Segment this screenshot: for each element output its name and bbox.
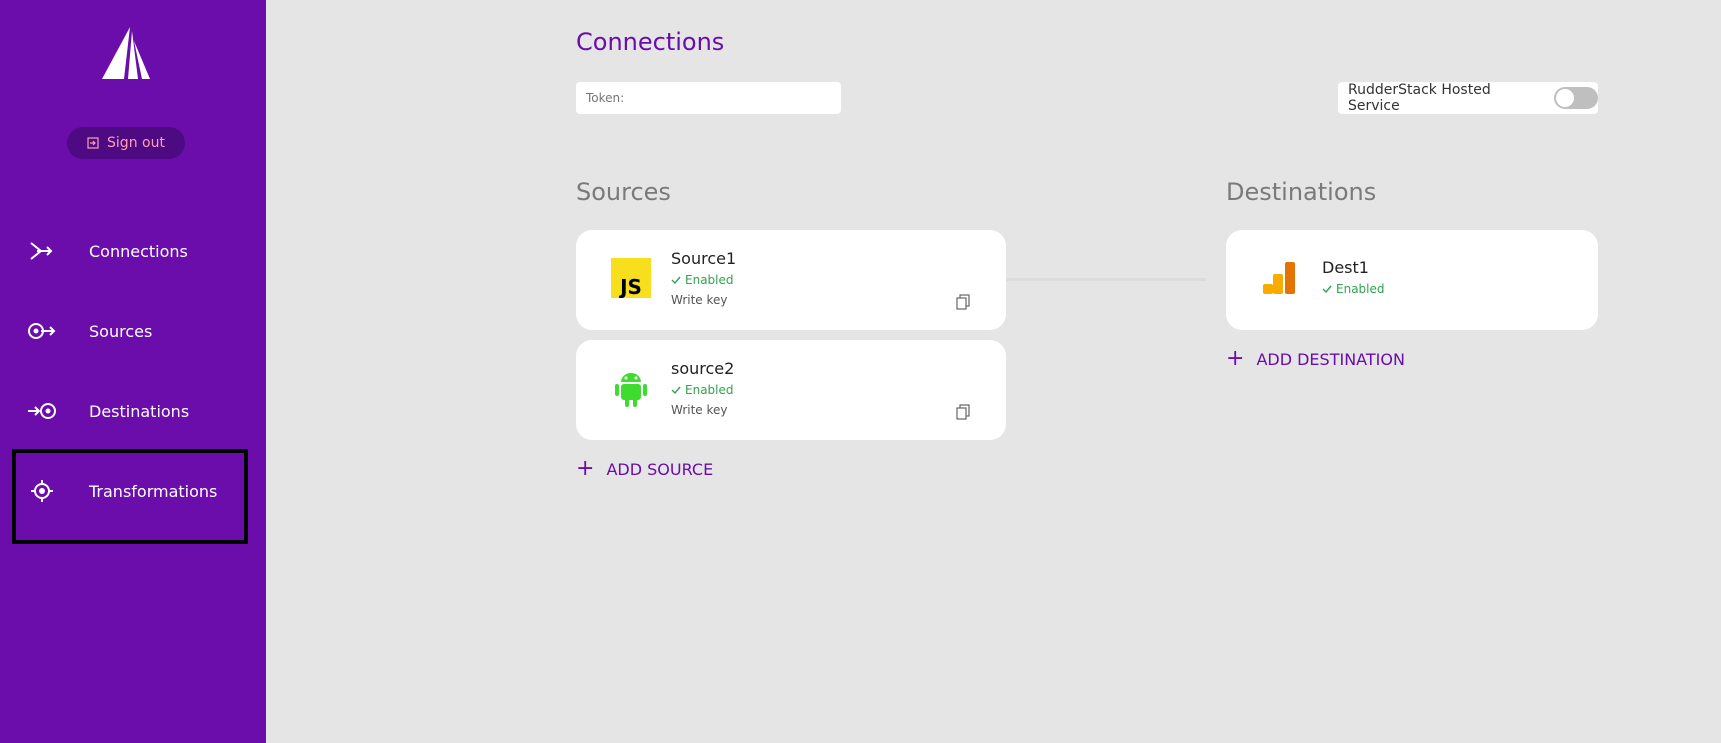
source-name: source2 bbox=[671, 359, 735, 378]
status-label: Enabled bbox=[685, 383, 734, 397]
source-card[interactable]: JS Source1 Enabled Write key bbox=[576, 230, 1006, 330]
destination-name: Dest1 bbox=[1322, 258, 1369, 277]
android-icon bbox=[615, 373, 647, 407]
sidebar-item-destinations[interactable]: Destinations bbox=[0, 386, 266, 436]
sidebar-item-label: Destinations bbox=[89, 401, 190, 421]
token-field[interactable] bbox=[576, 82, 841, 114]
destinations-title: Destinations bbox=[1226, 178, 1377, 206]
destinations-icon bbox=[26, 399, 58, 423]
plus-icon: + bbox=[1226, 346, 1245, 371]
sign-out-button[interactable]: Sign out bbox=[67, 127, 185, 159]
write-key-label: Write key bbox=[671, 293, 728, 307]
source-card[interactable]: source2 Enabled Write key bbox=[576, 340, 1006, 440]
javascript-icon: JS bbox=[611, 258, 651, 298]
sidebar-item-label: Connections bbox=[89, 241, 188, 261]
google-analytics-icon bbox=[1263, 262, 1295, 294]
check-icon bbox=[671, 276, 681, 285]
sidebar-item-sources[interactable]: Sources bbox=[0, 306, 266, 356]
status-label: Enabled bbox=[685, 273, 734, 287]
hosted-service-label: RudderStack Hosted Service bbox=[1348, 82, 1491, 114]
transformations-icon bbox=[26, 479, 58, 503]
main-content: Connections RudderStack Hosted Service S… bbox=[266, 0, 1721, 743]
sources-title: Sources bbox=[576, 178, 671, 206]
hosted-service-toggle[interactable] bbox=[1553, 87, 1598, 109]
sidebar-item-label: Sources bbox=[89, 321, 153, 341]
page-title: Connections bbox=[576, 28, 725, 56]
hosted-service-panel: RudderStack Hosted Service bbox=[1338, 82, 1598, 114]
sidebar-item-label: Transformations bbox=[89, 481, 218, 501]
plus-icon: + bbox=[576, 456, 595, 481]
toggle-knob bbox=[1555, 89, 1574, 107]
source-status: Enabled bbox=[671, 383, 734, 397]
check-icon bbox=[671, 386, 681, 395]
connections-icon bbox=[26, 239, 58, 263]
rudderstack-logo-icon[interactable] bbox=[102, 27, 150, 81]
copy-icon[interactable] bbox=[956, 404, 970, 420]
add-destination-label: ADD DESTINATION bbox=[1256, 349, 1405, 369]
sidebar-item-connections[interactable]: Connections bbox=[0, 226, 266, 276]
connection-line bbox=[1006, 278, 1206, 281]
check-icon bbox=[1322, 285, 1332, 294]
add-source-label: ADD SOURCE bbox=[606, 459, 714, 479]
sign-out-icon bbox=[87, 137, 99, 149]
copy-icon[interactable] bbox=[956, 294, 970, 310]
status-label: Enabled bbox=[1336, 282, 1385, 296]
sources-icon bbox=[26, 319, 58, 343]
destination-card[interactable]: Dest1 Enabled bbox=[1226, 230, 1598, 330]
sidebar-item-transformations[interactable]: Transformations bbox=[0, 466, 266, 516]
add-destination-button[interactable]: + ADD DESTINATION bbox=[1226, 348, 1405, 370]
source-name: Source1 bbox=[671, 249, 737, 268]
sidebar: Sign out Connections Sources Destination… bbox=[0, 0, 266, 743]
add-source-button[interactable]: + ADD SOURCE bbox=[576, 458, 713, 480]
sign-out-label: Sign out bbox=[107, 135, 165, 151]
svg-text:JS: JS bbox=[618, 275, 642, 298]
source-status: Enabled bbox=[671, 273, 734, 287]
destination-status: Enabled bbox=[1322, 282, 1385, 296]
write-key-label: Write key bbox=[671, 403, 728, 417]
